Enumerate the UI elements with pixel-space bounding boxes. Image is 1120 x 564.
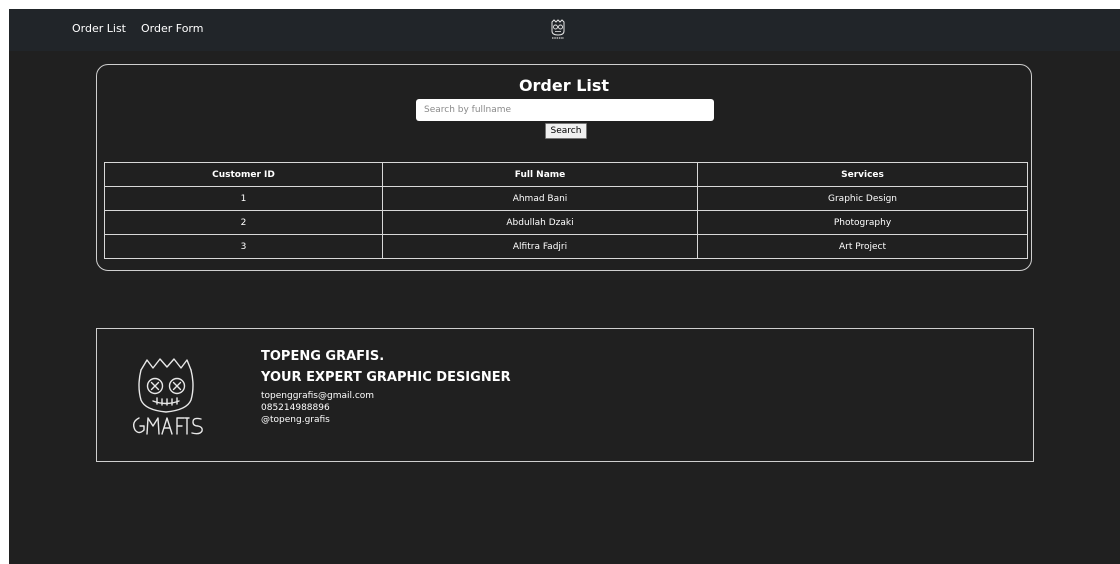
- cell-full-name: Alfitra Fadjri: [382, 234, 698, 259]
- search-button[interactable]: Search: [545, 123, 587, 139]
- cell-customer-id: 3: [104, 234, 383, 259]
- navbar: Order List Order Form: [9, 9, 1120, 51]
- table-row: 2 Abdullah Dzaki Photography: [104, 210, 1028, 235]
- footer-social-handle: @topeng.grafis: [261, 415, 330, 425]
- cell-full-name: Ahmad Bani: [382, 186, 698, 211]
- cell-services: Graphic Design: [697, 186, 1028, 211]
- nav-link-order-list[interactable]: Order List: [72, 22, 126, 35]
- nav-link-order-form[interactable]: Order Form: [141, 22, 203, 35]
- footer-email: topenggrafis@gmail.com: [261, 391, 375, 401]
- cell-services: Photography: [697, 210, 1028, 235]
- table-header-row: Customer ID Full Name Services: [104, 162, 1028, 187]
- column-header-customer-id: Customer ID: [104, 162, 383, 187]
- table-row: 1 Ahmad Bani Graphic Design: [104, 186, 1028, 211]
- search-input[interactable]: [416, 99, 714, 121]
- footer: TOPENG GRAFIS. YOUR EXPERT GRAPHIC DESIG…: [96, 328, 1034, 462]
- footer-tagline: YOUR EXPERT GRAPHIC DESIGNER: [261, 370, 511, 385]
- nav-links: Order List Order Form: [72, 22, 203, 35]
- column-header-services: Services: [697, 162, 1028, 187]
- cell-services: Art Project: [697, 234, 1028, 259]
- cell-full-name: Abdullah Dzaki: [382, 210, 698, 235]
- column-header-full-name: Full Name: [382, 162, 698, 187]
- footer-phone: 085214988896: [261, 403, 330, 413]
- mask-logo-icon[interactable]: [550, 19, 566, 41]
- table-row: 3 Alfitra Fadjri Art Project: [104, 234, 1028, 259]
- cell-customer-id: 1: [104, 186, 383, 211]
- page-title: Order List: [518, 76, 610, 95]
- footer-brand-name: TOPENG GRAFIS.: [261, 349, 385, 364]
- app-frame: Order List Order Form Order List Search …: [9, 9, 1120, 564]
- order-list-card: Order List Search Customer ID Full Name …: [96, 64, 1032, 271]
- grafis-mask-logo-icon: [132, 358, 203, 435]
- order-table: Customer ID Full Name Services 1 Ahmad B…: [104, 162, 1028, 259]
- cell-customer-id: 2: [104, 210, 383, 235]
